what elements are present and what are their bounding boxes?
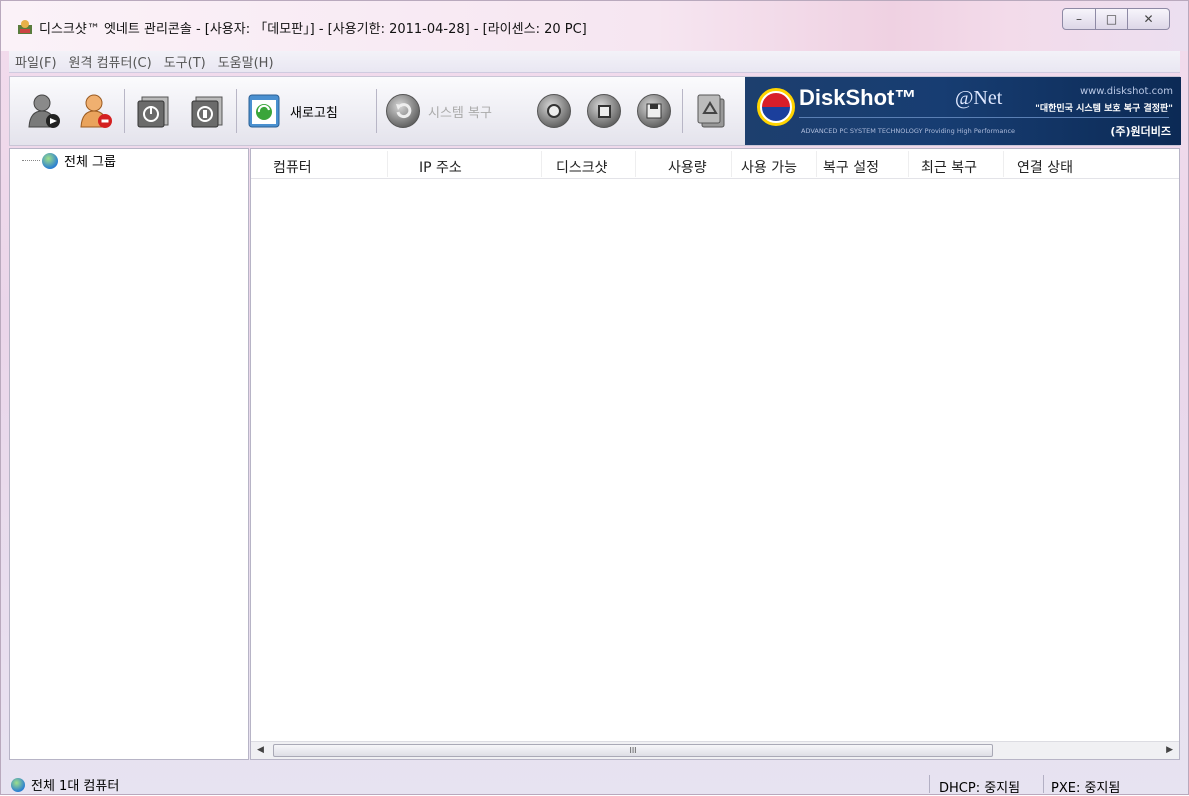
banner-brand: DiskShot™ <box>799 85 917 110</box>
group-tree-pane: 전체 그룹 <box>9 148 249 760</box>
column-separator[interactable] <box>908 151 909 177</box>
recycle-icon <box>697 94 725 128</box>
column-separator[interactable] <box>731 151 732 177</box>
column-header-restore-setting[interactable]: 복구 설정 <box>823 157 879 177</box>
app-icon <box>18 20 32 34</box>
toolbar-separator <box>236 89 237 133</box>
user-remove-button[interactable] <box>76 87 116 135</box>
scrollbar-grip: III <box>629 746 637 755</box>
column-header-computer[interactable]: 컴퓨터 <box>273 157 312 177</box>
diskshot-banner: DiskShot™ @Net www.diskshot.com "대한민국 시스… <box>745 77 1181 145</box>
column-separator[interactable] <box>541 151 542 177</box>
dhcp-status: DHCP: 중지됨 <box>939 781 1021 796</box>
stop-button[interactable] <box>584 87 624 135</box>
minimize-button[interactable]: – <box>1062 8 1096 30</box>
banner-at-net: @Net <box>955 87 1003 109</box>
power-on-button[interactable] <box>134 87 174 135</box>
column-header-available[interactable]: 사용 가능 <box>741 157 797 177</box>
column-header-usage[interactable]: 사용량 <box>668 157 707 177</box>
scrollbar-thumb[interactable]: III <box>273 744 993 757</box>
tree-item-label: 전체 그룹 <box>64 155 116 170</box>
record-icon <box>537 94 571 128</box>
computer-status-icon <box>11 777 25 792</box>
save-button[interactable] <box>634 87 674 135</box>
column-header-connection-status[interactable]: 연결 상태 <box>1017 157 1073 177</box>
scroll-right-arrow-icon[interactable]: ▶ <box>1166 745 1173 755</box>
user-add-icon <box>28 94 60 128</box>
menu-remote-computer[interactable]: 원격 컴퓨터(C) <box>63 52 158 71</box>
list-header: 컴퓨터 IP 주소 디스크샷 사용량 사용 가능 복구 설정 최근 복구 연결 … <box>251 149 1179 179</box>
stop-icon <box>587 94 621 128</box>
column-header-diskshot[interactable]: 디스크샷 <box>556 157 608 177</box>
tree-connector <box>22 160 40 161</box>
user-remove-icon <box>80 94 112 128</box>
maximize-button[interactable]: □ <box>1096 8 1128 30</box>
globe-icon <box>42 152 58 169</box>
toolbar-separator <box>682 89 683 133</box>
refresh-button[interactable]: 새로고침 <box>246 87 370 135</box>
system-restore-label: 시스템 복구 <box>428 105 492 121</box>
banner-divider <box>799 117 1169 118</box>
toolbar-separator <box>376 89 377 133</box>
banner-tagline: ADVANCED PC SYSTEM TECHNOLOGY Providing … <box>801 127 1016 135</box>
tree-item-all-groups[interactable]: 전체 그룹 <box>22 151 116 170</box>
column-separator[interactable] <box>387 151 388 177</box>
refresh-icon <box>248 94 280 128</box>
pxe-status: PXE: 중지됨 <box>1051 781 1121 796</box>
recycle-button[interactable] <box>690 87 734 135</box>
column-header-ip-address[interactable]: IP 주소 <box>419 157 462 177</box>
window-controls: – □ ✕ <box>1062 8 1170 30</box>
power-off-icon <box>191 96 223 128</box>
status-bar: 전체 1대 컴퓨터 DHCP: 중지됨 PXE: 중지됨 <box>9 772 1180 796</box>
toolbar-separator <box>124 89 125 133</box>
menu-tools[interactable]: 도구(T) <box>158 52 212 71</box>
save-icon <box>637 94 671 128</box>
computer-list-pane: 컴퓨터 IP 주소 디스크샷 사용량 사용 가능 복구 설정 최근 복구 연결 … <box>250 148 1180 760</box>
menu-help[interactable]: 도움말(H) <box>212 52 280 71</box>
refresh-label: 새로고침 <box>290 105 338 121</box>
status-separator <box>1043 775 1044 793</box>
column-header-last-restore[interactable]: 최근 복구 <box>921 157 977 177</box>
column-separator[interactable] <box>816 151 817 177</box>
system-restore-button[interactable]: 시스템 복구 <box>386 87 524 135</box>
record-button[interactable] <box>534 87 574 135</box>
close-button[interactable]: ✕ <box>1128 8 1170 30</box>
menu-file[interactable]: 파일(F) <box>9 52 63 71</box>
column-separator[interactable] <box>635 151 636 177</box>
user-add-button[interactable] <box>24 87 64 135</box>
column-separator[interactable] <box>1003 151 1004 177</box>
horizontal-scrollbar[interactable]: ◀ III ▶ <box>251 741 1179 759</box>
menu-bar: 파일(F) 원격 컴퓨터(C) 도구(T) 도움말(H) <box>9 51 1180 73</box>
app-window: 디스크샷™ 엣네트 관리콘솔 - [사용자: 「데모판」] - [사용기한: 2… <box>0 0 1189 796</box>
banner-slogan: "대한민국 시스템 보호 복구 결정판" <box>1035 104 1173 114</box>
window-title: 디스크샷™ 엣네트 관리콘솔 - [사용자: 「데모판」] - [사용기한: 2… <box>39 22 587 37</box>
system-restore-icon <box>386 94 420 128</box>
power-off-button[interactable] <box>188 87 228 135</box>
toolbar: 새로고침 시스템 복구 DiskShot™ @Net www.diskshot.… <box>9 76 1181 146</box>
status-summary: 전체 1대 컴퓨터 <box>11 775 119 794</box>
power-on-icon <box>137 96 169 128</box>
banner-company: (주)원더비즈 <box>1110 125 1171 138</box>
banner-url: www.diskshot.com <box>1079 86 1173 97</box>
title-bar[interactable]: 디스크샷™ 엣네트 관리콘솔 - [사용자: 「데모판」] - [사용기한: 2… <box>1 1 1188 51</box>
scroll-left-arrow-icon[interactable]: ◀ <box>257 745 264 755</box>
status-summary-text: 전체 1대 컴퓨터 <box>31 779 120 794</box>
status-separator <box>929 775 930 793</box>
taegeuk-logo-icon <box>757 88 795 126</box>
